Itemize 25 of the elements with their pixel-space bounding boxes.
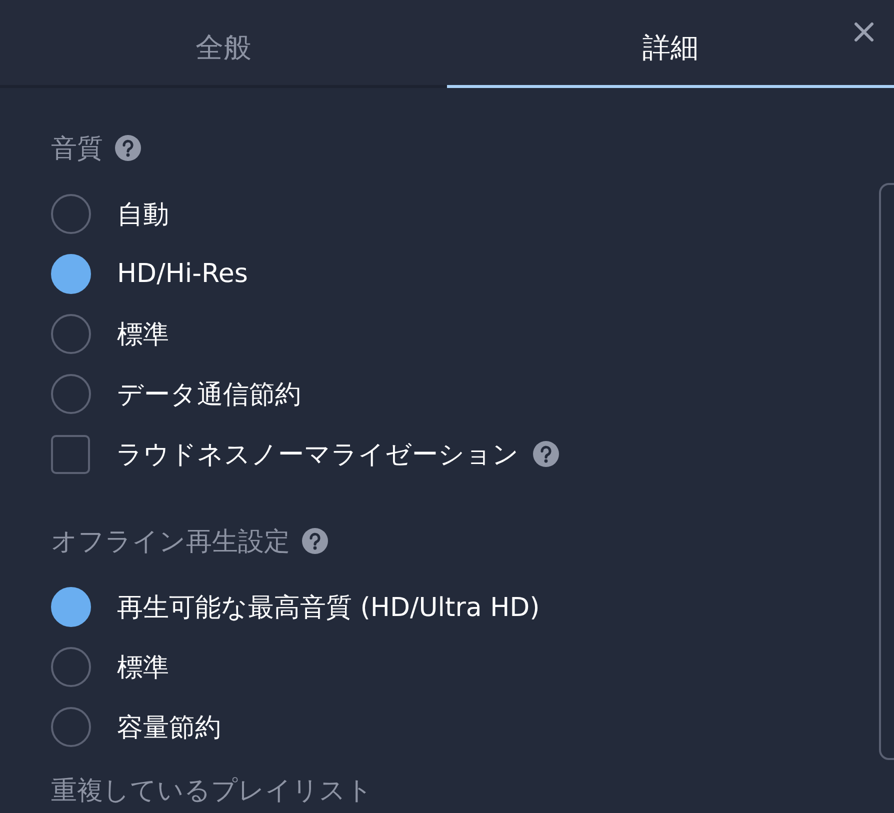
tab[interactable]: 全般 (0, 0, 447, 88)
radio-button[interactable] (51, 707, 91, 747)
option-label: 標準 (117, 318, 169, 352)
help-icon[interactable] (115, 135, 141, 161)
radio-button[interactable] (51, 647, 91, 687)
radio-button[interactable] (51, 374, 91, 414)
help-icon[interactable] (533, 441, 559, 467)
option-label: 再生可能な最高音質 (HD/Ultra HD) (117, 592, 540, 624)
checkbox[interactable] (51, 434, 90, 474)
radio-button[interactable] (51, 587, 91, 627)
help-icon[interactable] (302, 528, 328, 554)
close-icon[interactable] (854, 22, 874, 42)
tab[interactable]: 詳細 (447, 0, 894, 88)
option-label: データ通信節約 (117, 378, 301, 412)
section-heading: 重複しているプレイリスト (51, 774, 373, 808)
radio-button[interactable] (51, 194, 91, 234)
section-heading: オフライン再生設定 (51, 526, 290, 558)
radio-button[interactable] (51, 314, 91, 354)
radio-button[interactable] (51, 254, 91, 294)
option-label: ラウドネスノーマライゼーション (116, 438, 519, 472)
option-label: 標準 (117, 652, 169, 684)
option-label: HD/Hi-Res (117, 259, 248, 289)
section-heading: 音質 (51, 132, 103, 166)
option-label: 自動 (117, 198, 169, 232)
option-label: 容量節約 (117, 712, 221, 744)
